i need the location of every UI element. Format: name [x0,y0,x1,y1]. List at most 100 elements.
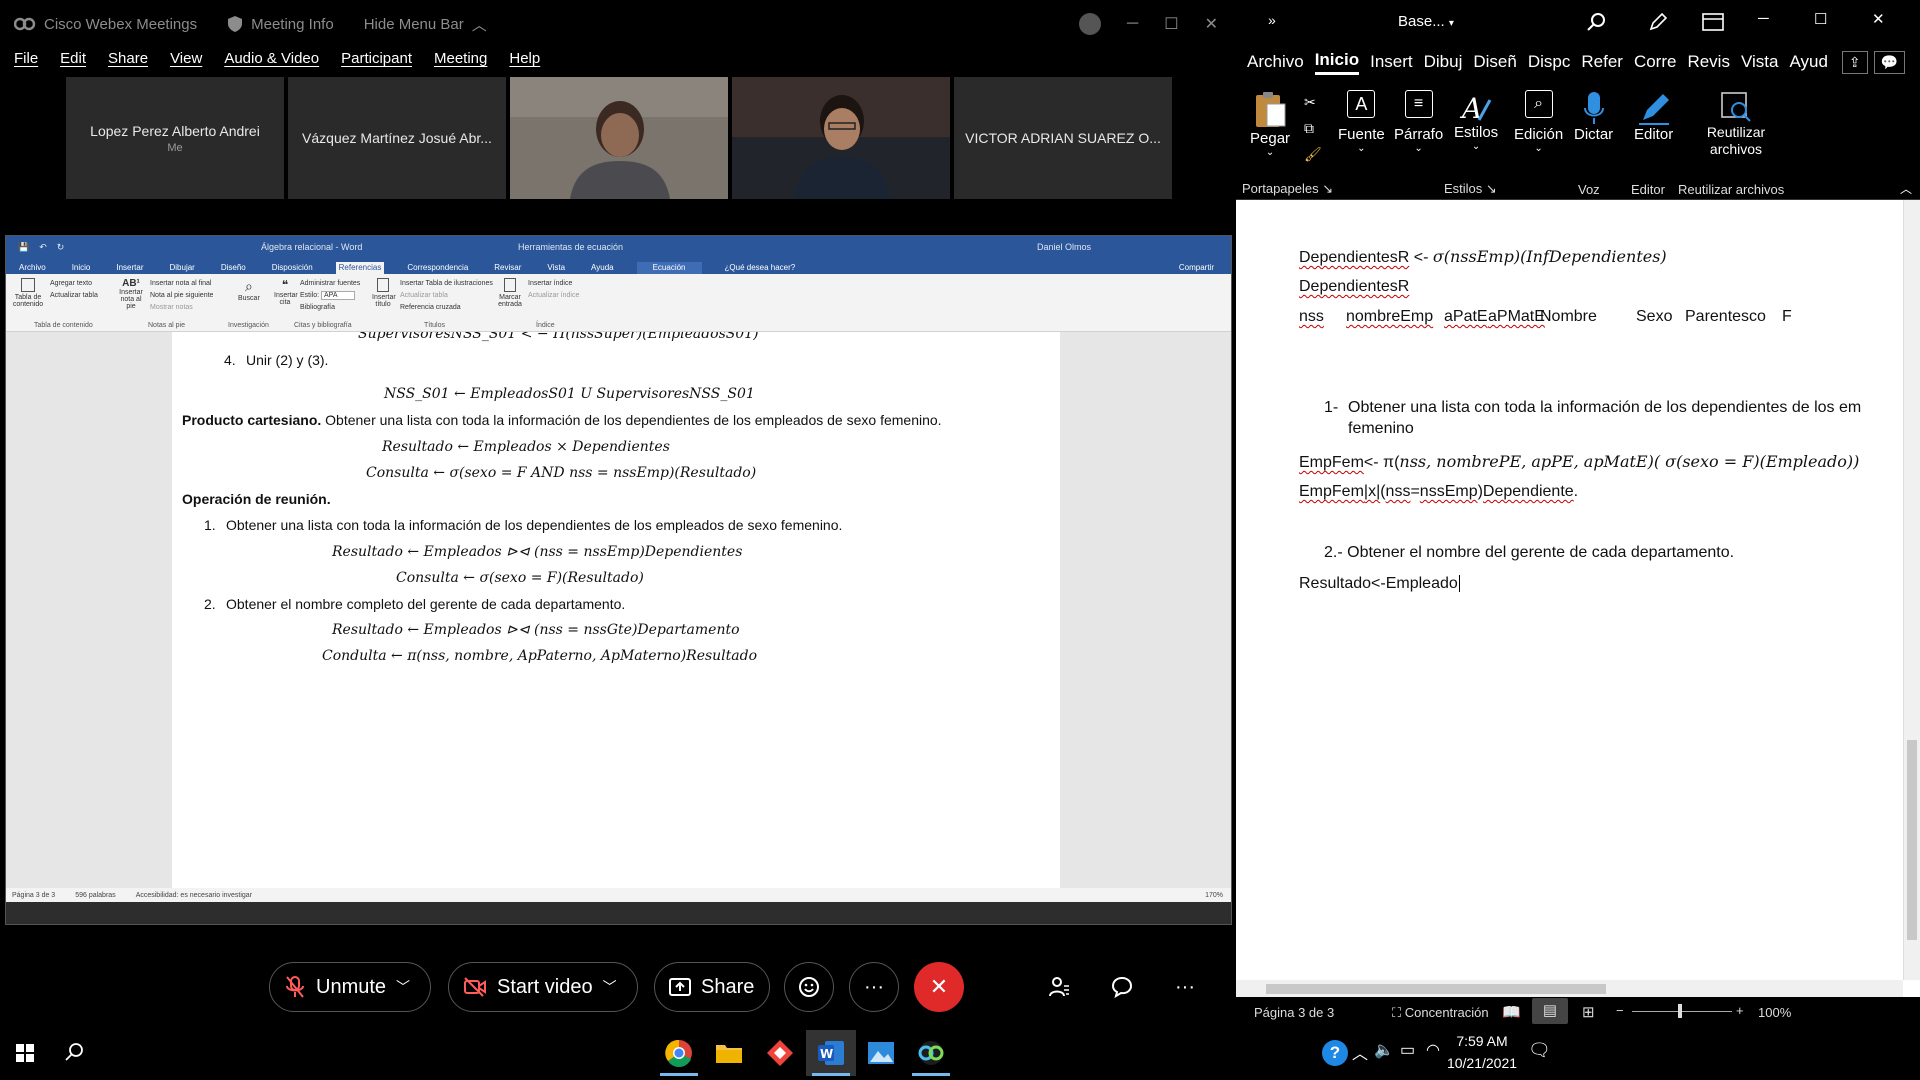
zoom-slider[interactable] [1632,1011,1732,1012]
pen-icon[interactable] [1648,12,1668,32]
shared-eq-line: SupervisoresNSS_S01 < − Π(nssSuper)(Empl… [358,332,759,342]
chrome-app[interactable] [654,1030,704,1076]
participant-video-tile[interactable] [510,77,728,199]
collapse-ribbon-icon[interactable]: ︿ [1900,180,1912,197]
maximize-icon[interactable]: ☐ [1814,10,1827,28]
start-video-button[interactable]: Start video ﹀ [448,962,638,1012]
photos-app[interactable] [856,1030,906,1076]
help-icon[interactable]: ? [1322,1040,1348,1066]
audio-level-icon[interactable] [1078,13,1101,35]
windows-start-icon[interactable] [16,1044,34,1062]
tab-vista[interactable]: Vista [1741,52,1779,72]
cut-icon[interactable]: ✂ [1304,94,1316,111]
menu-help[interactable]: Help [509,50,540,74]
tab-dibujar[interactable]: Dibuj [1424,52,1463,72]
volume-icon[interactable]: 🔈 [1374,1040,1394,1060]
vertical-scrollbar[interactable] [1903,200,1920,980]
search-icon[interactable] [64,1042,84,1062]
horizontal-scrollbar[interactable] [1236,980,1903,997]
scrollbar-thumb[interactable] [1907,740,1917,940]
more-options-button[interactable]: ··· [849,962,899,1012]
unmute-button[interactable]: Unmute ﹀ [269,962,431,1012]
chevron-down-icon[interactable]: ﹀ [396,977,410,997]
menu-share[interactable]: Share [108,50,148,74]
minimize-icon[interactable]: ─ [1127,15,1138,33]
scrollbar-thumb[interactable] [1266,984,1606,994]
dialog-launcher-icon[interactable]: ↘ [1486,181,1497,196]
reuse-files-button[interactable]: Reutilizar archivos [1690,90,1782,158]
copy-icon[interactable]: ⧉ [1304,120,1314,137]
participant-video-tile[interactable] [732,77,950,199]
participant-tile[interactable]: Vázquez Martínez Josué Abr... [288,77,506,199]
status-zoom[interactable]: 100% [1758,1005,1791,1020]
tab-referencias[interactable]: Refer [1581,52,1623,72]
leave-meeting-button[interactable]: ✕ [914,962,964,1012]
quick-access-more-icon[interactable]: » [1268,12,1276,28]
editor-button[interactable]: Editor [1634,90,1673,143]
shared-tab-active: Referencias [335,262,385,274]
close-icon[interactable]: ✕ [1205,14,1218,34]
tab-revisar[interactable]: Revis [1687,52,1730,72]
editing-button[interactable]: ⌕ Edición ⌄ [1514,90,1563,154]
styles-button[interactable]: A Estilos ⌄ [1454,90,1498,152]
shared-eq-line: Condulta ← π(nss, nombre, ApPaterno, ApM… [322,648,758,664]
tab-disposicion[interactable]: Dispc [1528,52,1571,72]
minimize-icon[interactable]: ─ [1758,10,1769,27]
battery-icon[interactable]: ▭ [1400,1040,1415,1060]
tab-diseno[interactable]: Diseñ [1473,52,1516,72]
word-document[interactable]: DependientesR <- σ(nssEmp)(InfDependient… [1236,200,1903,980]
reactions-button[interactable] [784,962,834,1012]
notifications-icon[interactable]: 🗨 [1528,1040,1551,1061]
menu-participant[interactable]: Participant [341,50,412,74]
meeting-info-button[interactable]: Meeting Info [227,15,334,33]
dictate-button[interactable]: Dictar [1574,90,1613,143]
menu-meeting[interactable]: Meeting [434,50,487,74]
chevron-down-icon[interactable]: ﹀ [603,977,617,997]
word-app[interactable]: W [806,1030,856,1076]
participants-button[interactable] [1042,972,1076,1002]
read-mode-icon[interactable]: 📖 [1502,1003,1521,1021]
status-page[interactable]: Página 3 de 3 [1254,1005,1334,1020]
menu-edit[interactable]: Edit [60,50,86,74]
format-painter-icon[interactable]: 🖌 [1304,146,1322,163]
anydesk-app[interactable] [755,1030,805,1076]
font-button[interactable]: A Fuente ⌄ [1338,90,1385,154]
participant-tile[interactable]: Lopez Perez Alberto Andrei Me [66,77,284,199]
zoom-in-icon[interactable]: + [1736,1003,1744,1018]
hide-menu-bar-button[interactable]: Hide Menu Bar ︿ [364,14,487,35]
share-icon[interactable]: ⇪ [1841,50,1868,74]
file-explorer-app[interactable] [704,1030,754,1076]
web-layout-icon[interactable]: ⊞ [1582,1003,1595,1021]
doc-text: = [1410,483,1420,500]
menu-file[interactable]: File [14,50,38,74]
focus-button[interactable]: ⛶ Concentración [1392,1005,1489,1021]
word-doc-title[interactable]: Base... ▾ [1398,13,1454,30]
webex-app[interactable] [906,1030,956,1076]
search-icon[interactable] [1586,12,1606,32]
share-button[interactable]: Share [654,962,770,1012]
paste-button[interactable]: Pegar ⌄ [1250,90,1290,158]
paragraph-button[interactable]: ≡ Párrafo ⌄ [1394,90,1443,154]
zoom-slider-thumb[interactable] [1678,1004,1682,1018]
menu-audio-video[interactable]: Audio & Video [224,50,319,74]
chat-button[interactable] [1105,972,1139,1002]
tab-archivo[interactable]: Archivo [1247,52,1304,72]
tab-correspondencia[interactable]: Corre [1634,52,1677,72]
show-hidden-icons-icon[interactable]: ︿ [1352,1040,1368,1064]
maximize-icon[interactable]: ☐ [1164,14,1178,34]
zoom-out-icon[interactable]: − [1616,1003,1624,1018]
ribbon-display-icon[interactable] [1702,12,1724,32]
participant-tile[interactable]: VICTOR ADRIAN SUAREZ O... [954,77,1172,199]
more-panels-button[interactable]: ··· [1168,972,1202,1002]
menu-view[interactable]: View [170,50,202,74]
wifi-icon[interactable]: ◠ [1426,1040,1440,1060]
tab-ayuda[interactable]: Ayud [1789,52,1827,72]
dialog-launcher-icon[interactable]: ↘ [1322,181,1333,196]
tab-insertar[interactable]: Insert [1370,52,1413,72]
print-layout-icon[interactable]: ▤ [1532,998,1568,1024]
clock[interactable]: 7:59 AM 10/21/2021 [1442,1030,1522,1074]
tab-inicio[interactable]: Inicio [1314,50,1360,75]
doc-list-item: Obtener una lista con toda la informació… [1348,399,1862,416]
comments-icon[interactable]: 💬 [1873,50,1906,74]
close-icon[interactable]: ✕ [1872,10,1885,28]
